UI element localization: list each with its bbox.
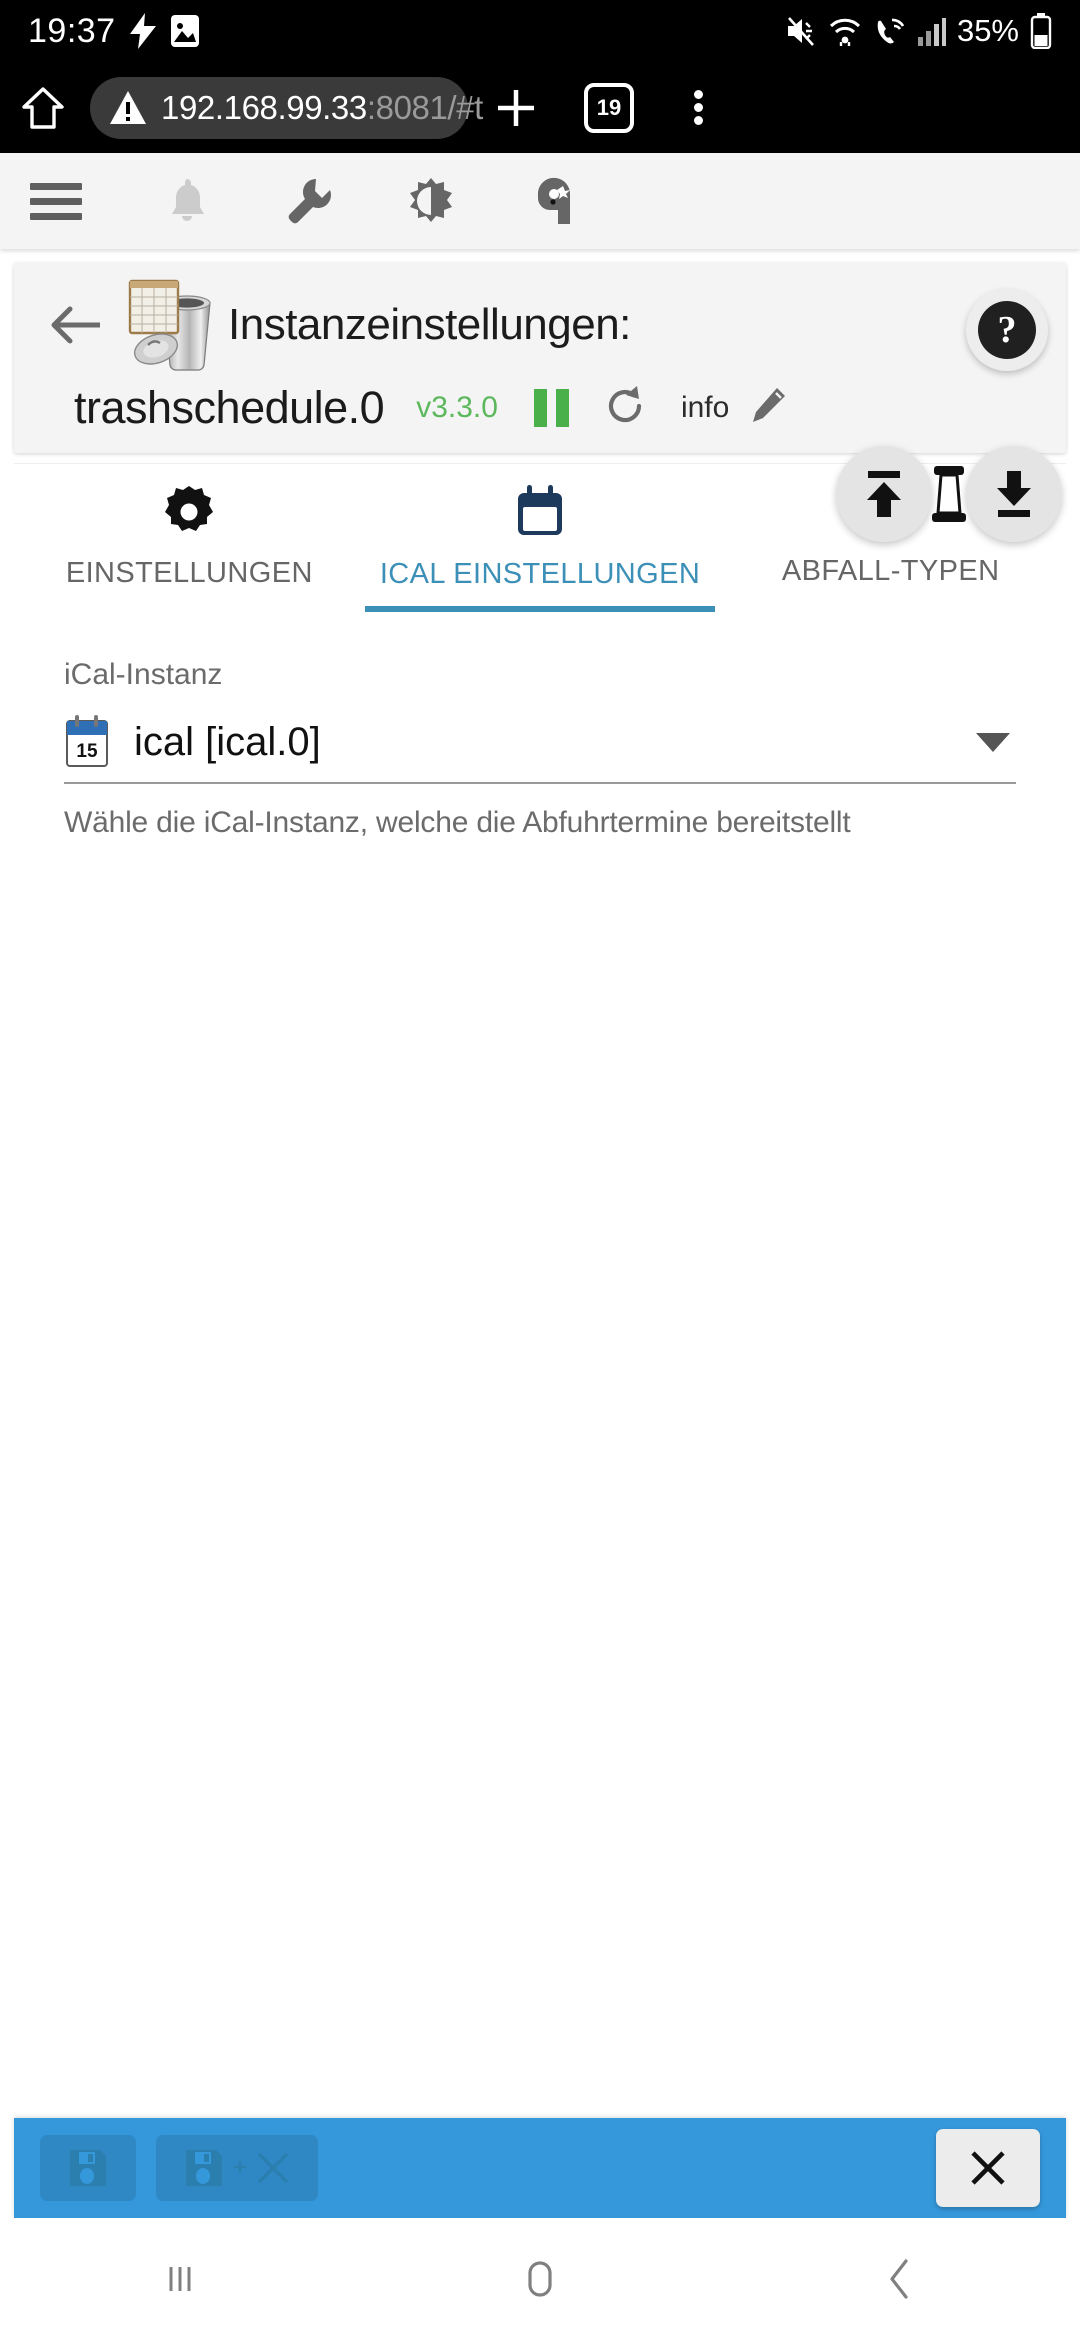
instance-header-row-top: Instanzeinstellungen: ? — [14, 277, 1066, 373]
ical-instance-helper-text: Wähle die iCal-Instanz, welche die Abfuh… — [64, 806, 851, 839]
fab-cluster — [836, 446, 1062, 542]
svg-text:15: 15 — [76, 741, 98, 762]
insecure-warning-icon — [108, 89, 148, 127]
save-icon — [70, 2150, 106, 2186]
back-chevron-icon[interactable] — [720, 2255, 1080, 2303]
tab-label: EINSTELLUNGEN — [65, 557, 313, 589]
tab-count-label: 19 — [584, 82, 634, 133]
info-link[interactable]: info — [681, 391, 729, 425]
calendar-icon — [514, 485, 566, 544]
battery-icon — [1030, 13, 1052, 50]
wifi-icon — [828, 15, 862, 47]
page-title: Instanzeinstellungen: — [228, 300, 631, 349]
tab-label: ICAL EINSTELLUNGEN — [379, 558, 701, 590]
web-page: Instanzeinstellungen: ? trashschedule.0 … — [0, 153, 1080, 2218]
save-and-close-button[interactable] — [156, 2135, 318, 2201]
dialog-action-bar — [14, 2118, 1066, 2218]
tab-ical-einstellungen[interactable]: ICAL EINSTELLUNGEN — [365, 464, 716, 612]
close-button[interactable] — [936, 2129, 1040, 2207]
instance-header-card: Instanzeinstellungen: ? trashschedule.0 … — [14, 263, 1066, 453]
adapter-version: v3.3.0 — [416, 391, 498, 424]
trashschedule-logo — [118, 279, 222, 371]
calendar-day-icon: 15 — [64, 715, 114, 769]
mute-icon — [785, 15, 817, 47]
url-host: 192.168.99.33 — [161, 88, 367, 126]
save-button[interactable] — [40, 2135, 136, 2201]
user-icon[interactable] — [492, 176, 614, 226]
address-bar-text: 192.168.99.33:8081/#t — [161, 89, 483, 127]
gear-icon — [163, 486, 215, 543]
status-bar-left: 19:37 — [28, 12, 200, 51]
back-arrow-icon[interactable] — [34, 305, 118, 345]
chevron-down-icon[interactable] — [976, 732, 1010, 752]
battery-percent-label: 35% — [956, 13, 1019, 48]
ical-instance-value: ical [ical.0] — [134, 719, 321, 764]
new-tab-icon[interactable] — [468, 83, 564, 133]
admin-toolbar — [0, 153, 1080, 249]
url-path: :8081/#t — [366, 88, 483, 126]
android-nav-bar — [0, 2218, 1080, 2340]
home-circle-icon[interactable] — [360, 2255, 720, 2303]
ical-settings-panel: iCal-Instanz 15 ical [ical.0] Wähle die … — [0, 612, 1080, 840]
bell-icon[interactable] — [126, 176, 248, 226]
status-badge[interactable] — [533, 389, 569, 427]
save-icon — [186, 2150, 222, 2186]
tab-label: ABFALL-TYPEN — [781, 554, 1000, 587]
help-question-icon: ? — [978, 301, 1036, 359]
status-bar-right: 35% — [785, 13, 1052, 50]
ical-instance-select[interactable]: 15 ical [ical.0] — [64, 710, 1016, 784]
android-status-bar: 19:37 35% — [0, 0, 1080, 62]
settings-tabs: EINSTELLUNGEN ICAL EINSTELLUNGEN ABFALL-… — [14, 446, 1066, 612]
recents-icon[interactable] — [0, 2257, 360, 2301]
refresh-icon[interactable] — [603, 384, 647, 433]
browser-toolbar: 192.168.99.33:8081/#t 19 — [0, 62, 1080, 153]
ical-instance-label: iCal-Instanz — [64, 658, 223, 691]
status-bar-clock: 19:37 — [28, 11, 116, 50]
help-button[interactable]: ? — [966, 289, 1048, 371]
download-icon[interactable] — [966, 446, 1062, 542]
adapter-instance-name: trashschedule.0 — [74, 382, 385, 433]
wrench-icon[interactable] — [248, 177, 370, 225]
instance-header-row-bottom: trashschedule.0 v3.3.0 info — [14, 373, 1066, 443]
plus-icon — [234, 2161, 246, 2173]
wifi-call-icon — [873, 15, 905, 47]
menu-icon[interactable] — [30, 175, 126, 228]
close-icon — [257, 2152, 289, 2184]
active-tab-indicator — [364, 606, 716, 612]
charging-bolt-icon — [129, 13, 156, 49]
close-icon — [971, 2151, 1005, 2185]
address-bar[interactable]: 192.168.99.33:8081/#t — [90, 76, 483, 139]
screenshot-icon — [170, 14, 200, 48]
overflow-menu-icon[interactable] — [654, 86, 742, 129]
edit-pencil-icon[interactable] — [747, 386, 787, 431]
theme-icon[interactable] — [370, 177, 492, 225]
home-icon[interactable] — [0, 85, 86, 131]
signal-icon — [916, 15, 946, 47]
tab-switcher-button[interactable]: 19 — [564, 82, 654, 133]
tab-einstellungen[interactable]: EINSTELLUNGEN — [14, 464, 365, 612]
